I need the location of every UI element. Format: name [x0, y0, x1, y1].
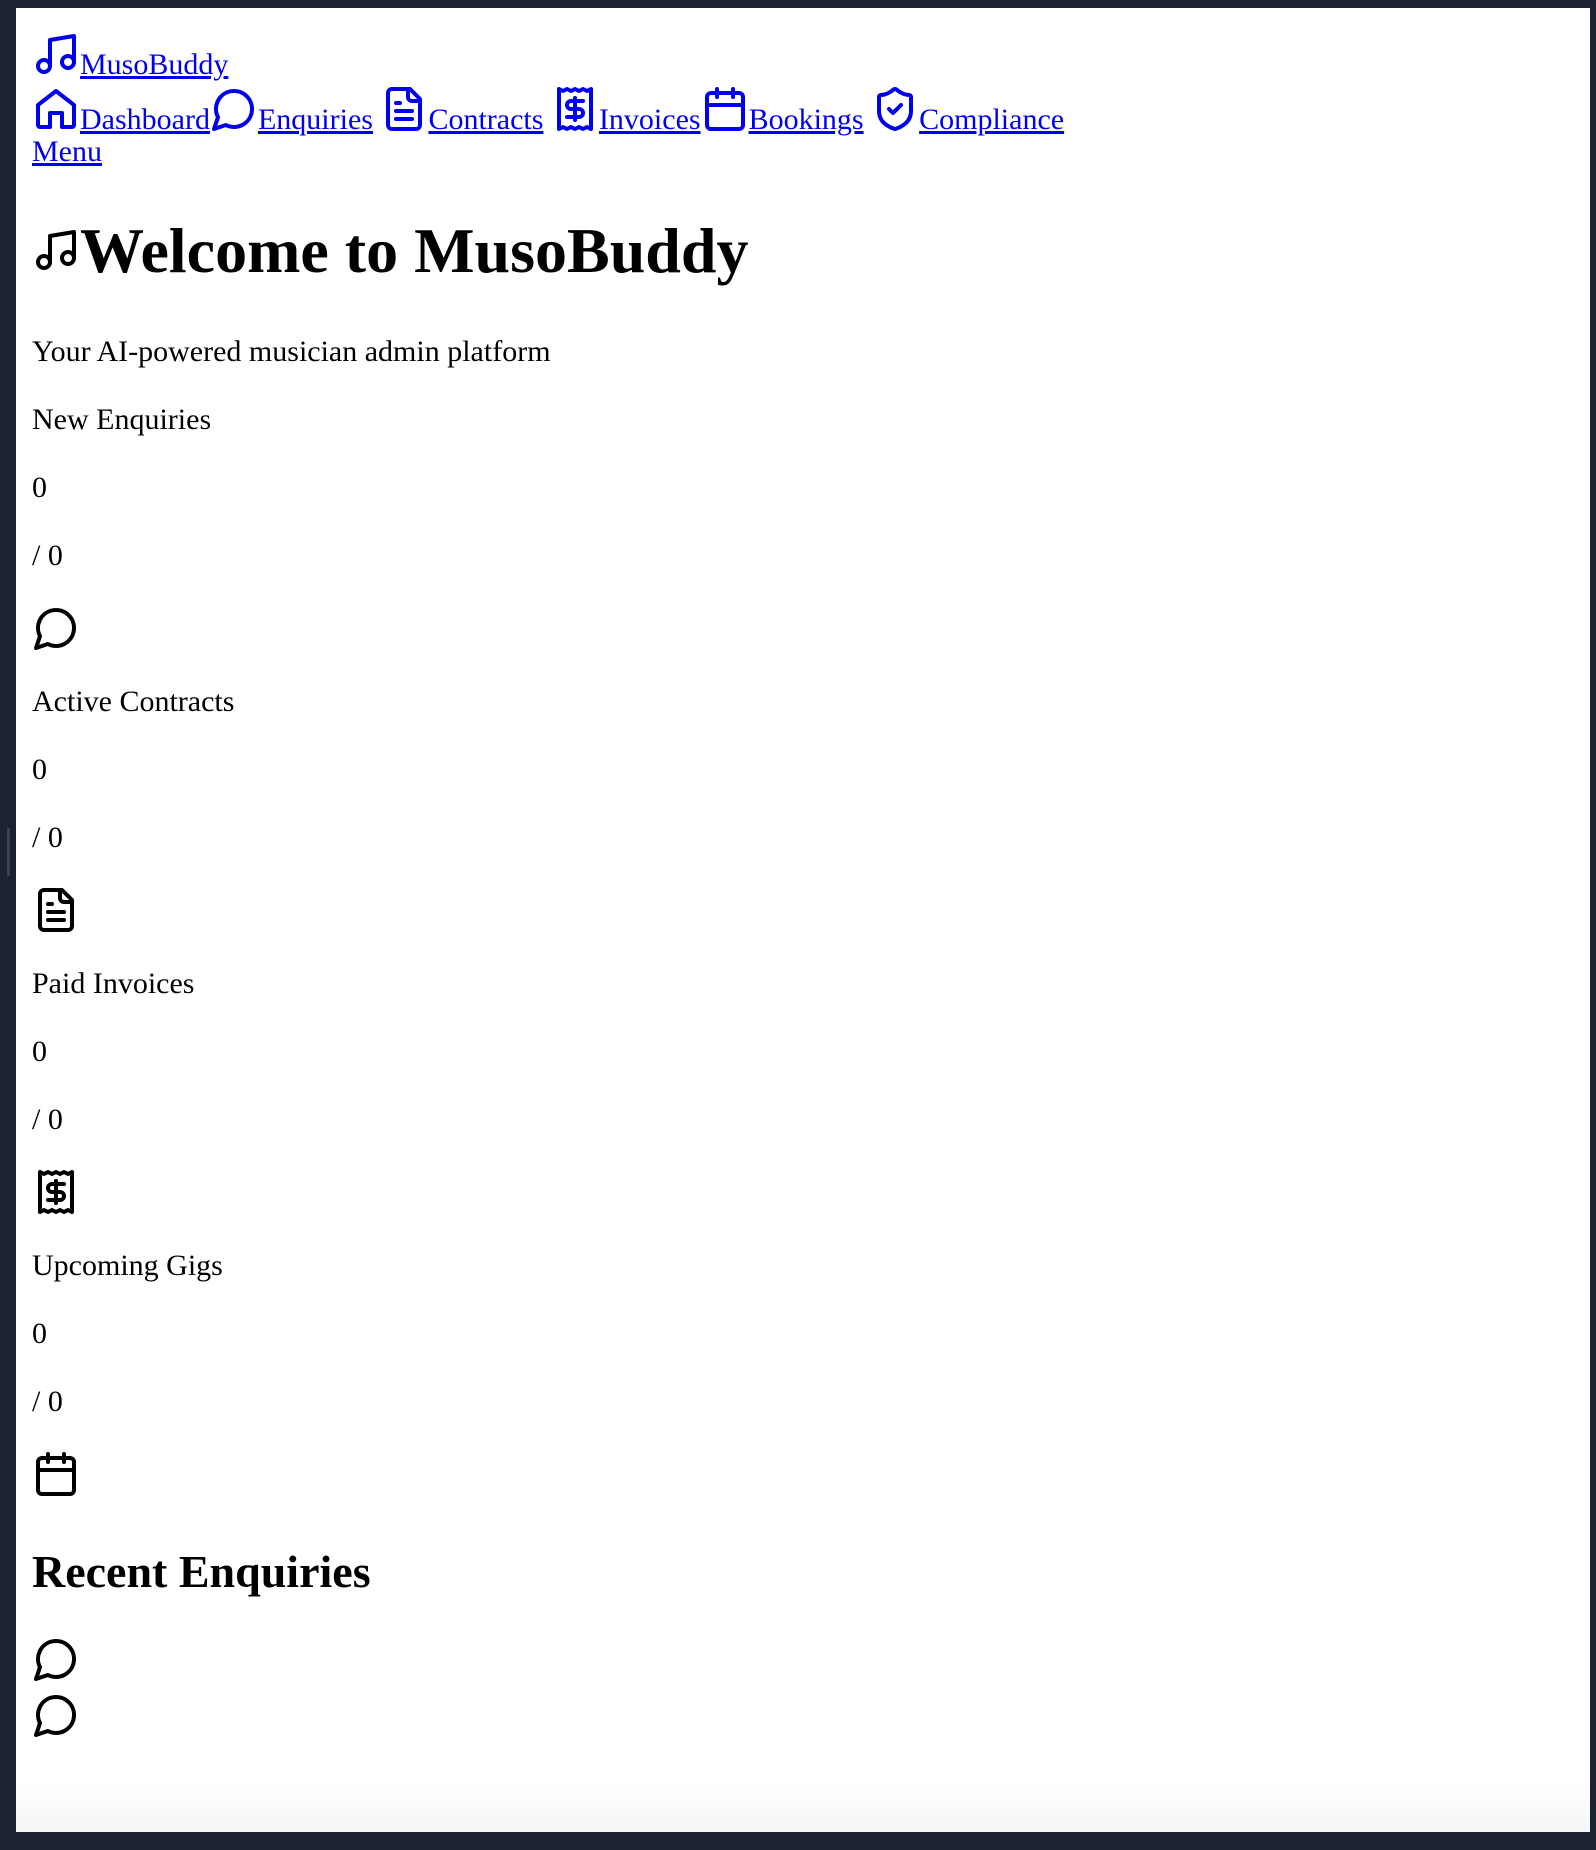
stat-value: 0	[32, 1316, 47, 1350]
shield-check-icon	[871, 85, 919, 133]
brand: MusoBuddy	[32, 30, 1574, 83]
nav-item-label: Contracts	[428, 103, 544, 136]
stat-value: 0	[32, 752, 47, 786]
window-resize-handle[interactable]	[7, 828, 10, 876]
music-note-icon	[32, 30, 80, 78]
main-nav: Dashboard Enquiries Contracts Invoices Boo…	[32, 85, 1574, 138]
nav-item-invoices[interactable]: Invoices	[551, 85, 701, 138]
nav-item-label: Compliance	[919, 103, 1065, 136]
nav-item-dashboard[interactable]: Dashboard	[32, 85, 210, 138]
music-note-icon	[32, 226, 80, 274]
stat-label: Paid Invoices	[32, 966, 195, 1000]
chat-bubble-icon	[210, 85, 258, 133]
calendar-icon	[32, 1450, 80, 1498]
page-title-text: Welcome to MusoBuddy	[80, 215, 749, 286]
receipt-dollar-icon	[551, 85, 599, 133]
stat-card-invoices: Paid Invoices 0 / 0	[32, 966, 1574, 1216]
stat-value: 0	[32, 1034, 47, 1068]
receipt-dollar-icon	[32, 1168, 80, 1216]
menu-button[interactable]: Menu	[32, 135, 102, 168]
nav-item-bookings[interactable]: Bookings	[701, 85, 864, 138]
stat-label: New Enquiries	[32, 402, 212, 436]
stat-total: / 0	[32, 538, 63, 572]
nav-item-label: Enquiries	[257, 103, 373, 136]
stat-card-gigs: Upcoming Gigs 0 / 0	[32, 1248, 1574, 1498]
document-icon	[32, 886, 80, 934]
browser-viewport: MusoBuddy Dashboard Enquiries Contracts I…	[16, 8, 1590, 1832]
stat-total: / 0	[32, 820, 63, 854]
brand-link[interactable]: MusoBuddy	[32, 34, 229, 81]
stat-total: / 0	[32, 1102, 63, 1136]
stat-card-contracts: Active Contracts 0 / 0	[32, 684, 1574, 934]
recent-enquiries-list	[32, 1635, 1574, 1739]
chat-bubble-icon	[32, 604, 80, 652]
chat-bubble-icon[interactable]	[32, 1691, 80, 1739]
nav-item-contracts[interactable]: Contracts	[380, 85, 543, 138]
home-icon	[32, 85, 80, 133]
nav-item-label: Dashboard	[80, 103, 210, 136]
document-icon	[380, 85, 428, 133]
nav-item-enquiries[interactable]: Enquiries	[210, 85, 373, 138]
nav-item-compliance[interactable]: Compliance	[871, 85, 1064, 138]
page-title: Welcome to MusoBuddy	[32, 214, 1574, 288]
stat-value: 0	[32, 470, 47, 504]
nav-item-label: Bookings	[748, 103, 864, 136]
chat-bubble-icon[interactable]	[32, 1635, 80, 1683]
stat-label: Active Contracts	[32, 684, 235, 718]
brand-name: MusoBuddy	[80, 48, 229, 81]
stat-total: / 0	[32, 1384, 63, 1418]
menu-row: Menu	[32, 134, 1574, 170]
stat-card-enquiries: New Enquiries 0 / 0	[32, 402, 1574, 652]
page-subtitle: Your AI-powered musician admin platform	[32, 334, 551, 368]
nav-item-label: Invoices	[598, 103, 701, 136]
recent-enquiries-heading: Recent Enquiries	[32, 1545, 371, 1597]
calendar-icon	[701, 85, 749, 133]
stat-label: Upcoming Gigs	[32, 1248, 223, 1282]
